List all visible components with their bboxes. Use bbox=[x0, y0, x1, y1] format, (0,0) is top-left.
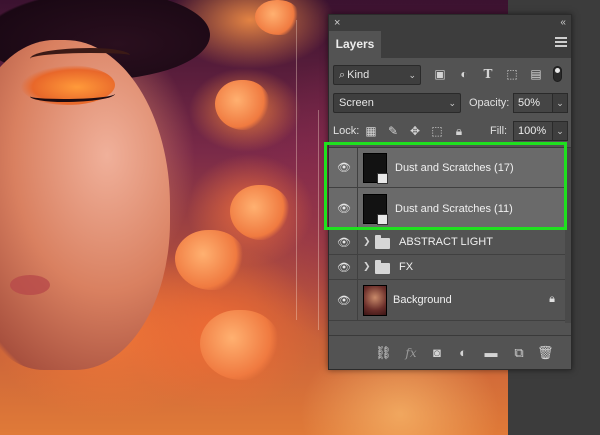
layers-bottom-bar: ⛓︎ fx ◙ ◐ ▬ ⧉ 🗑︎ bbox=[329, 335, 571, 369]
layer-name: Dust and Scratches (11) bbox=[395, 203, 513, 215]
photo-scratch bbox=[296, 20, 297, 320]
search-icon: ⌕ bbox=[339, 69, 346, 81]
photo-flower bbox=[255, 0, 300, 35]
photo-flower bbox=[215, 80, 270, 130]
eye-icon[interactable]: 👁︎ bbox=[333, 261, 355, 274]
layer-name: Dust and Scratches (17) bbox=[395, 162, 514, 174]
row-divider bbox=[357, 188, 358, 229]
panel-menu-icon[interactable] bbox=[555, 37, 567, 49]
layer-filter-row: ⌕ Kind ⌄ ▣ ◐ T ⬚ ▤ bbox=[333, 65, 569, 85]
photo-scratch bbox=[318, 110, 319, 330]
fill-label: Fill: bbox=[490, 125, 508, 137]
eye-icon[interactable]: 👁︎ bbox=[333, 161, 355, 174]
filter-toggle[interactable] bbox=[553, 66, 562, 82]
chevron-right-icon[interactable]: ❯ bbox=[363, 261, 371, 272]
folder-icon[interactable]: ▬ bbox=[483, 345, 499, 361]
opacity-input[interactable]: 50% bbox=[513, 93, 553, 113]
chevron-down-icon: ⌄ bbox=[408, 70, 416, 80]
row-divider bbox=[357, 255, 358, 279]
panel-tab-row: Layers bbox=[329, 31, 571, 58]
fx-icon[interactable]: fx bbox=[403, 345, 419, 361]
new-layer-icon[interactable]: ⧉ bbox=[511, 345, 527, 361]
layer-row[interactable]: 👁︎ ❯ FX bbox=[329, 255, 565, 280]
opacity-label: Opacity: bbox=[469, 97, 510, 109]
pixel-filter-icon[interactable]: ▣ bbox=[433, 67, 447, 81]
chevron-right-icon[interactable]: ❯ bbox=[363, 236, 371, 247]
layer-name: Background bbox=[393, 294, 452, 306]
filter-kind-label: Kind bbox=[347, 69, 370, 81]
lock-icon: 🔒︎ bbox=[549, 293, 555, 305]
eye-icon[interactable]: 👁︎ bbox=[333, 294, 355, 307]
trash-icon[interactable]: 🗑︎ bbox=[537, 345, 554, 361]
row-divider bbox=[357, 148, 358, 187]
fill-input[interactable]: 100% bbox=[513, 121, 553, 141]
photo-lip bbox=[10, 275, 50, 295]
fill-slider-button[interactable]: ⌄ bbox=[552, 121, 568, 141]
chevron-down-icon: ⌄ bbox=[448, 98, 456, 108]
smart-object-filter-icon[interactable]: ▤ bbox=[529, 67, 543, 81]
blend-mode-dropdown[interactable]: Screen ⌄ bbox=[333, 93, 461, 113]
lock-label: Lock: bbox=[333, 125, 360, 137]
photo-brow bbox=[30, 48, 130, 66]
smart-object-badge-icon bbox=[377, 214, 388, 225]
row-divider bbox=[357, 230, 358, 254]
blend-row: Screen ⌄ Opacity: 50% ⌄ bbox=[333, 93, 569, 113]
layers-list: 👁︎ Dust and Scratches (17) 👁︎ Dust and S… bbox=[329, 147, 571, 323]
layer-row[interactable]: 👁︎ Dust and Scratches (17) bbox=[329, 148, 565, 188]
layer-row[interactable]: 👁︎ Dust and Scratches (11) bbox=[329, 188, 565, 230]
layer-name: ABSTRACT LIGHT bbox=[399, 236, 493, 248]
adjustment-filter-icon[interactable]: ◐ bbox=[457, 67, 471, 81]
folder-icon bbox=[375, 260, 390, 274]
row-divider bbox=[357, 280, 358, 320]
mask-icon[interactable]: ◙ bbox=[429, 345, 445, 361]
lock-position-icon[interactable]: ✥ bbox=[408, 124, 422, 138]
photo-flower bbox=[200, 310, 280, 380]
smart-object-thumbnail bbox=[363, 194, 388, 225]
layer-row[interactable]: 👁︎ Background 🔒︎ bbox=[329, 280, 565, 321]
tab-layers[interactable]: Layers bbox=[329, 31, 381, 58]
lock-transparent-pixels-icon[interactable]: ▦ bbox=[364, 124, 378, 138]
layers-scrollbar[interactable] bbox=[565, 148, 571, 323]
filter-kind-dropdown[interactable]: ⌕ Kind ⌄ bbox=[333, 65, 421, 85]
eye-icon[interactable]: 👁︎ bbox=[333, 202, 355, 215]
eye-icon[interactable]: 👁︎ bbox=[333, 236, 355, 249]
layer-name: FX bbox=[399, 261, 414, 273]
smart-object-thumbnail bbox=[363, 153, 388, 184]
link-icon[interactable]: ⛓︎ bbox=[375, 345, 392, 361]
lock-row: Lock: ▦ ✎ ✥ ⬚ 🔒︎ Fill: 100% ⌄ bbox=[333, 121, 569, 141]
smart-object-badge-icon bbox=[377, 173, 388, 184]
lock-artboard-icon[interactable]: ⬚ bbox=[430, 124, 444, 138]
close-panel-button[interactable]: × bbox=[334, 16, 340, 30]
lock-all-icon[interactable]: 🔒︎ bbox=[452, 124, 466, 138]
type-filter-icon[interactable]: T bbox=[481, 67, 495, 81]
adjustment-icon[interactable]: ◐ bbox=[455, 345, 471, 361]
opacity-slider-button[interactable]: ⌄ bbox=[552, 93, 568, 113]
blend-mode-value: Screen bbox=[339, 97, 374, 109]
shape-filter-icon[interactable]: ⬚ bbox=[505, 67, 519, 81]
photo-flower bbox=[230, 185, 290, 240]
lock-image-pixels-icon[interactable]: ✎ bbox=[386, 124, 400, 138]
layers-panel: × ‹‹ Layers ⌕ Kind ⌄ ▣ ◐ T ⬚ ▤ Screen ⌄ O… bbox=[328, 14, 572, 370]
photo-flower bbox=[175, 230, 245, 290]
folder-icon bbox=[375, 235, 390, 249]
image-thumbnail bbox=[363, 285, 387, 316]
layer-row[interactable]: 👁︎ ❯ ABSTRACT LIGHT bbox=[329, 230, 565, 255]
collapse-panel-button[interactable]: ‹‹ bbox=[560, 16, 566, 30]
panel-titlebar: × ‹‹ bbox=[329, 15, 571, 31]
